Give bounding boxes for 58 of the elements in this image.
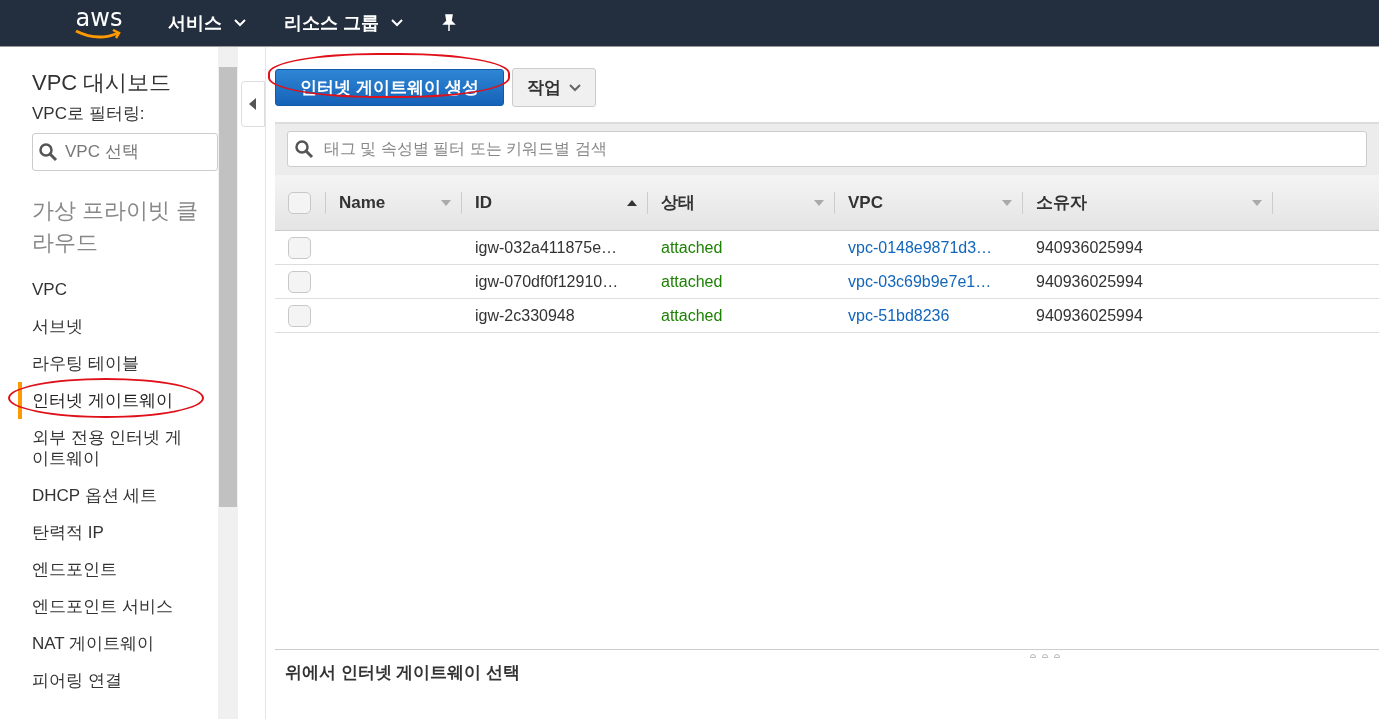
table-cell: igw-070df0f12910… bbox=[475, 272, 619, 290]
column-header[interactable]: 소유자 bbox=[1036, 189, 1252, 216]
sidebar-item[interactable]: VPC bbox=[18, 270, 198, 308]
smile-arrow-icon bbox=[74, 28, 124, 40]
search-icon bbox=[38, 141, 58, 162]
actions-button[interactable]: 작업 bbox=[512, 68, 597, 107]
vpc-link[interactable]: vpc-0148e9871d3… bbox=[848, 238, 993, 256]
sidebar-item[interactable]: 인터넷 게이트웨이 bbox=[18, 381, 198, 419]
sidebar-title: VPC 대시보드 bbox=[32, 69, 173, 97]
pin-icon[interactable] bbox=[441, 14, 457, 32]
logo-text[interactable]: aws bbox=[75, 6, 123, 29]
chevron-down-icon bbox=[234, 19, 246, 27]
table-cell: igw-032a411875e… bbox=[475, 238, 618, 256]
section-heading: 가상 프라이빗 클라우드 bbox=[32, 196, 200, 257]
table-cell: 940936025994 bbox=[1036, 272, 1143, 290]
vpc-link[interactable]: vpc-51bd8236 bbox=[848, 306, 950, 324]
sidebar-item[interactable]: 엔드포인트 서비스 bbox=[18, 587, 198, 625]
checkbox[interactable] bbox=[288, 191, 311, 214]
table-cell: 940936025994 bbox=[1036, 238, 1143, 256]
status-text: attached bbox=[661, 238, 723, 256]
search-field[interactable]: 태그 및 속성별 필터 또는 키워드별 검색 bbox=[287, 131, 1367, 167]
sidebar-item[interactable]: DHCP 옵션 세트 bbox=[18, 476, 198, 514]
sort-down-icon[interactable] bbox=[814, 199, 824, 206]
sort-up-icon[interactable] bbox=[627, 199, 637, 206]
sidebar-item[interactable]: 외부 전용 인터넷 게이트웨이 bbox=[18, 418, 198, 477]
search-icon bbox=[294, 139, 314, 159]
column-header[interactable]: VPC bbox=[848, 189, 1002, 216]
status-text: attached bbox=[661, 306, 723, 324]
create-button[interactable]: 인터넷 게이트웨이 생성 bbox=[275, 69, 505, 106]
chevron-down-icon bbox=[569, 83, 582, 92]
vpc-link[interactable]: vpc-03c69b9e7e1… bbox=[848, 272, 992, 290]
collapse-button[interactable] bbox=[241, 81, 265, 127]
sidebar-item[interactable]: 라우팅 테이블 bbox=[18, 344, 198, 382]
column-header[interactable]: ID bbox=[475, 189, 627, 216]
checkbox[interactable] bbox=[288, 304, 311, 327]
sidebar-item[interactable]: 엔드포인트 bbox=[18, 550, 198, 588]
sidebar-item[interactable]: NAT 게이트웨이 bbox=[18, 624, 198, 662]
table-cell: 940936025994 bbox=[1036, 306, 1143, 324]
chevron-down-icon bbox=[391, 19, 403, 27]
column-header[interactable]: 상태 bbox=[661, 189, 814, 216]
sort-down-icon[interactable] bbox=[1252, 199, 1262, 206]
filter-label: VPC로 필터링: bbox=[32, 103, 146, 125]
status-text: attached bbox=[661, 272, 723, 290]
table-cell: igw-2c330948 bbox=[475, 306, 575, 324]
sort-down-icon[interactable] bbox=[1002, 199, 1012, 206]
sidebar-item[interactable]: 탄력적 IP bbox=[18, 513, 198, 551]
checkbox[interactable] bbox=[288, 236, 311, 259]
detail-message: 위에서 인터넷 게이트웨이 선택 bbox=[285, 663, 521, 682]
nav-menu[interactable]: 서비스 bbox=[168, 9, 246, 37]
caret-left-icon bbox=[249, 98, 257, 110]
sidebar-item[interactable]: 피어링 연결 bbox=[18, 661, 198, 699]
sidebar-item[interactable]: 서브넷 bbox=[18, 307, 198, 345]
sort-down-icon[interactable] bbox=[441, 199, 451, 206]
checkbox[interactable] bbox=[288, 270, 311, 293]
column-header[interactable]: Name bbox=[339, 189, 441, 216]
drag-handle-icon[interactable] bbox=[1030, 654, 1062, 658]
vpc-filter-field[interactable]: VPC 선택 bbox=[32, 132, 218, 171]
nav-menu[interactable]: 리소스 그룹 bbox=[284, 9, 403, 37]
